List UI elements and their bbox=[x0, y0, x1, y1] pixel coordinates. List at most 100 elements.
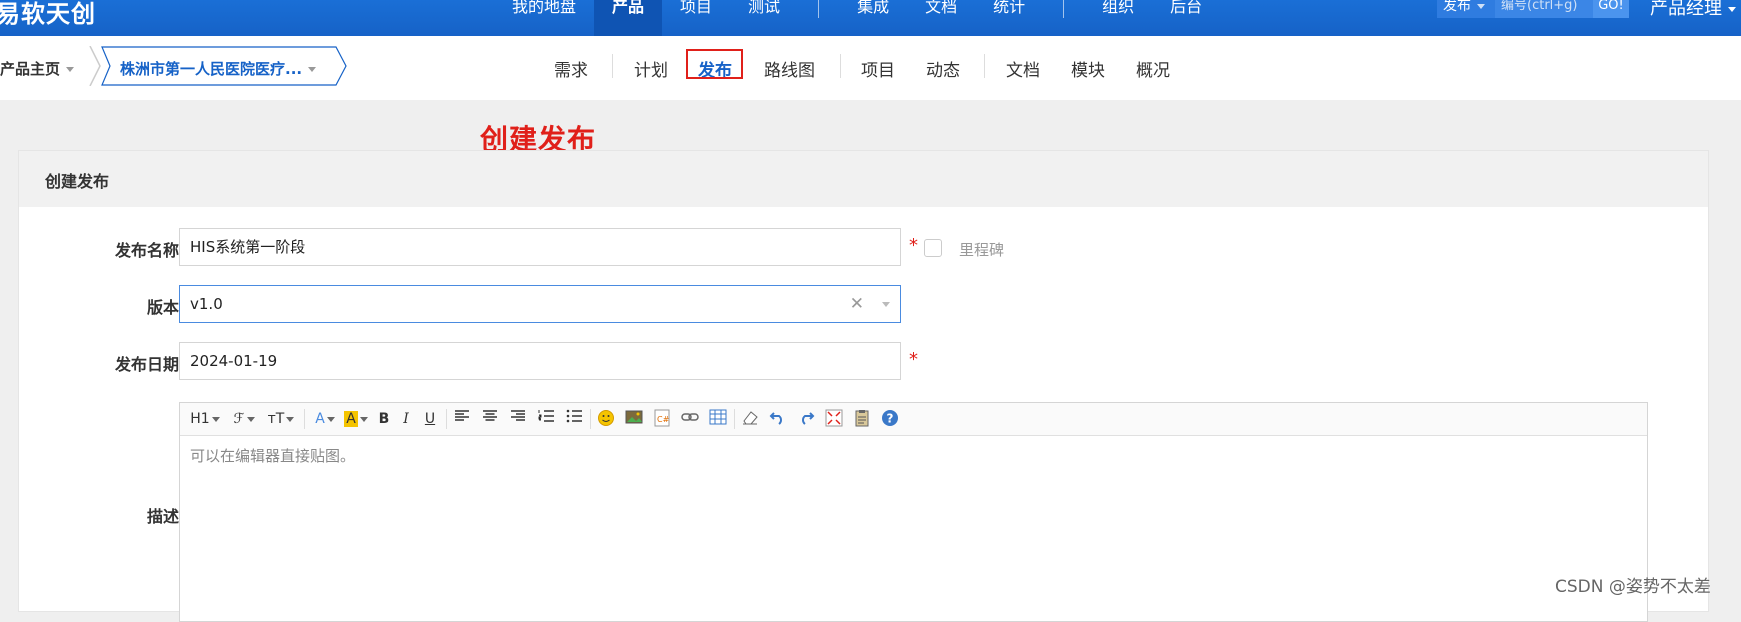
version-value: v1.0 bbox=[190, 295, 223, 313]
font-color-button[interactable]: A bbox=[312, 409, 338, 429]
nav-docs[interactable]: 文档 bbox=[907, 0, 975, 36]
chevron-down-icon[interactable] bbox=[882, 302, 890, 307]
heading-button[interactable]: H1 bbox=[190, 409, 220, 429]
nav-org[interactable]: 组织 bbox=[1084, 0, 1152, 36]
release-name-label: 发布名称 bbox=[114, 241, 179, 260]
panel-header: 创建发布 bbox=[19, 151, 1708, 207]
paste-icon bbox=[855, 410, 869, 427]
redo-button[interactable] bbox=[796, 409, 816, 429]
insert-table-button[interactable] bbox=[708, 409, 728, 429]
nav-integration[interactable]: 集成 bbox=[839, 0, 907, 36]
global-search: 发布 编号(ctrl+g) GO! bbox=[1437, 0, 1629, 18]
create-release-panel: 创建发布 发布名称 HIS系统第一阶段 * 里程碑 版本 v1.0 ✕ 发布日期… bbox=[18, 150, 1709, 622]
fullscreen-icon bbox=[825, 409, 843, 427]
breadcrumb-home-label: 产品主页 bbox=[0, 60, 61, 78]
chevron-down-icon bbox=[211, 416, 220, 422]
subnav-dynamics[interactable]: 动态 bbox=[926, 56, 960, 81]
subnav-roadmap[interactable]: 路线图 bbox=[764, 56, 815, 81]
subnav-overview[interactable]: 概况 bbox=[1136, 56, 1170, 81]
insert-link-button[interactable] bbox=[680, 409, 700, 429]
chevron-down-icon bbox=[326, 416, 335, 422]
emoji-button[interactable] bbox=[596, 409, 616, 429]
release-name-input[interactable]: HIS系统第一阶段 bbox=[179, 228, 901, 266]
background-color-icon: A bbox=[344, 411, 358, 427]
clear-icon[interactable]: ✕ bbox=[850, 286, 864, 322]
version-label: 版本 bbox=[146, 298, 179, 317]
description-editor: H1 ℱ ᴛT A A B I U C# ? 可以在编辑器直接贴图。 bbox=[179, 402, 1648, 622]
nav-test[interactable]: 测试 bbox=[730, 0, 798, 36]
undo-button[interactable] bbox=[768, 409, 788, 429]
panel-title: 创建发布 bbox=[45, 172, 110, 191]
required-mark: * bbox=[909, 349, 918, 370]
milestone-label[interactable]: 里程碑 bbox=[959, 239, 1004, 260]
align-left-button[interactable] bbox=[452, 409, 472, 429]
breadcrumb-product-text: 株洲市第一人民医院医疗... bbox=[120, 60, 303, 78]
product-subnav-bar: 产品主页 株洲市第一人民医院医疗... 需求 计划 发布 路线图 项目 动态 文… bbox=[0, 36, 1741, 100]
version-select[interactable]: v1.0 ✕ bbox=[179, 285, 901, 323]
user-menu[interactable]: 产品经理 bbox=[1650, 0, 1736, 20]
nav-admin[interactable]: 后台 bbox=[1152, 0, 1220, 36]
ordered-list-button[interactable] bbox=[536, 409, 556, 429]
font-family-button[interactable]: ℱ bbox=[230, 409, 258, 429]
insert-code-button[interactable]: C# bbox=[652, 409, 672, 429]
bold-button[interactable]: B bbox=[374, 409, 394, 429]
svg-text:?: ? bbox=[887, 412, 894, 426]
chevron-down-icon bbox=[1728, 6, 1736, 12]
background-color-button[interactable]: A bbox=[342, 409, 370, 429]
image-icon bbox=[625, 410, 643, 424]
nav-product[interactable]: 产品 bbox=[594, 0, 663, 36]
top-navbar: 易软天创 我的地盘 产品 项目 测试 集成 文档 统计 组织 后台 发布 编号(… bbox=[0, 0, 1741, 36]
toolbar-divider bbox=[304, 409, 305, 429]
undo-icon bbox=[769, 412, 782, 425]
subnav-requirements[interactable]: 需求 bbox=[554, 56, 588, 81]
code-icon: C# bbox=[654, 409, 670, 427]
brand-logo-text[interactable]: 易软天创 bbox=[0, 0, 96, 29]
subnav-divider bbox=[840, 54, 841, 78]
breadcrumb-product-home[interactable]: 产品主页 bbox=[0, 58, 75, 79]
highlight-annotation-box bbox=[686, 49, 743, 79]
required-mark: * bbox=[909, 235, 918, 256]
subnav-docs[interactable]: 文档 bbox=[1006, 56, 1040, 81]
align-center-button[interactable] bbox=[480, 409, 500, 429]
insert-image-button[interactable] bbox=[624, 409, 644, 429]
nav-project[interactable]: 项目 bbox=[662, 0, 730, 36]
italic-button[interactable]: I bbox=[396, 409, 416, 429]
milestone-checkbox[interactable] bbox=[924, 239, 942, 257]
subnav-project[interactable]: 项目 bbox=[861, 56, 895, 81]
nav-my-dashboard[interactable]: 我的地盘 bbox=[494, 0, 594, 36]
subnav-divider bbox=[612, 54, 613, 78]
fullscreen-button[interactable] bbox=[824, 409, 844, 429]
emoji-icon bbox=[598, 410, 614, 426]
heading-icon: H1 bbox=[190, 411, 210, 427]
unordered-list-icon bbox=[566, 409, 582, 423]
toolbar-divider bbox=[446, 409, 447, 429]
ordered-list-icon bbox=[538, 410, 554, 422]
search-type-select[interactable]: 发布 bbox=[1437, 0, 1495, 18]
font-size-button[interactable]: ᴛT bbox=[266, 409, 296, 429]
chevron-down-icon bbox=[359, 416, 368, 422]
nav-stats[interactable]: 统计 bbox=[975, 0, 1043, 36]
font-color-icon: A bbox=[315, 411, 325, 427]
underline-button[interactable]: U bbox=[420, 409, 440, 429]
nav-divider bbox=[1063, 0, 1065, 18]
subnav-plan[interactable]: 计划 bbox=[634, 56, 668, 81]
search-go-button[interactable]: GO! bbox=[1593, 0, 1629, 18]
search-input[interactable]: 编号(ctrl+g) bbox=[1495, 0, 1593, 18]
align-right-icon bbox=[511, 410, 525, 421]
release-date-input[interactable]: 2024-01-19 bbox=[179, 342, 901, 380]
toolbar-divider bbox=[590, 409, 591, 429]
editor-placeholder[interactable]: 可以在编辑器直接贴图。 bbox=[190, 445, 355, 466]
svg-text:C#: C# bbox=[657, 415, 670, 424]
watermark-text: CSDN @姿势不太差 bbox=[1555, 577, 1711, 597]
unordered-list-button[interactable] bbox=[564, 409, 584, 429]
remove-format-button[interactable] bbox=[740, 409, 760, 429]
paste-button[interactable] bbox=[852, 409, 872, 429]
user-name: 产品经理 bbox=[1650, 0, 1722, 19]
chevron-down-icon bbox=[246, 416, 255, 422]
help-icon: ? bbox=[882, 410, 898, 426]
align-right-button[interactable] bbox=[508, 409, 528, 429]
help-button[interactable]: ? bbox=[880, 409, 900, 429]
breadcrumb-product-select[interactable]: 株洲市第一人民医院医疗... bbox=[100, 46, 348, 86]
main-nav: 我的地盘 产品 项目 测试 集成 文档 统计 组织 后台 bbox=[494, 0, 1220, 36]
subnav-modules[interactable]: 模块 bbox=[1071, 56, 1105, 81]
